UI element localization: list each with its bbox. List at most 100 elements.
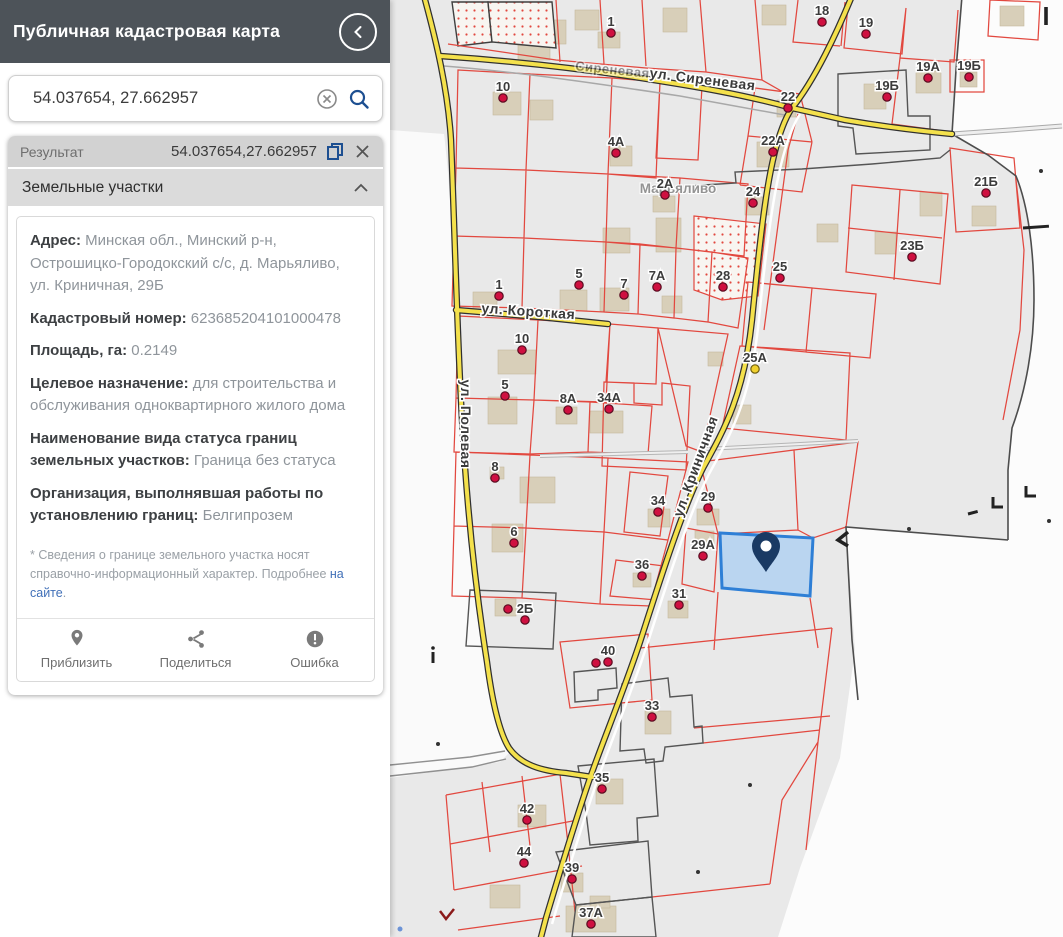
result-header: Результат 54.037654,27.662957 [8, 136, 383, 167]
marker-label: 39 [565, 860, 579, 875]
disclaimer-note: * Сведения о границе земельного участка … [30, 546, 361, 604]
clear-search-button[interactable] [316, 88, 338, 110]
search-button[interactable] [348, 88, 370, 110]
detail-field: Целевое назначение: для строительства и … [30, 373, 361, 418]
detail-fields: Адрес: Минская обл., Минский р-н, Острош… [30, 230, 361, 528]
detail-field: Наименование вида статуса границ земельн… [30, 428, 361, 473]
action-error[interactable]: Ошибка [255, 628, 374, 670]
marker-dot-icon [769, 148, 777, 156]
marker-dot-icon [612, 149, 620, 157]
marker-dot-icon [749, 199, 757, 207]
selected-parcel-group[interactable] [720, 532, 813, 596]
parcel-marker[interactable]: 8 [491, 459, 499, 482]
marker-label: 8 [491, 459, 498, 474]
close-result-button[interactable] [354, 143, 371, 160]
marker-label: 5 [501, 377, 508, 392]
street-label: ул. Полевая [458, 380, 474, 469]
chevron-up-icon [353, 183, 369, 193]
action-label: Ошибка [290, 655, 338, 670]
action-zoom-pin[interactable]: Приблизить [17, 628, 136, 670]
search-icon [348, 88, 370, 110]
marker-label: 25 [773, 259, 787, 274]
marker-dot-icon [499, 94, 507, 102]
marker-dot-icon [607, 29, 615, 37]
marker-label: 22 [781, 89, 795, 104]
result-panel: Результат 54.037654,27.662957 Земельные … [8, 136, 383, 695]
parcel-marker[interactable] [592, 659, 600, 667]
app-root: Сиреневаяул. Сиреневаяул. Короткаяул. Кр… [0, 0, 1063, 937]
note-suffix: . [63, 586, 66, 600]
detail-field: Площадь, га: 0.2149 [30, 340, 361, 363]
marker-label: 7 [620, 276, 627, 291]
action-share[interactable]: Поделиться [136, 628, 255, 670]
marker-dot-icon [604, 658, 612, 666]
marker-label: 44 [517, 844, 532, 859]
marker-dot-icon [638, 572, 646, 580]
app-title: Публичная кадастровая карта [13, 21, 280, 42]
survey-mark-dot [1047, 519, 1051, 523]
detail-field: Кадастровый номер: 623685204101000478 [30, 308, 361, 331]
parcel-marker[interactable]: 7 [620, 276, 628, 299]
marker-dot-icon [982, 189, 990, 197]
detail-field: Организация, выполнявшая работы по устан… [30, 483, 361, 528]
marker-label: 2Б [517, 601, 534, 616]
marker-dot-icon [654, 508, 662, 516]
section-title: Земельные участки [22, 179, 163, 197]
survey-mark-dot [748, 783, 752, 787]
note-text: * Сведения о границе земельного участка … [30, 548, 330, 581]
marker-dot-icon [704, 504, 712, 512]
marker-dot-icon [501, 392, 509, 400]
marker-label: 2А [657, 176, 674, 191]
marker-label: 5 [575, 266, 582, 281]
marker-dot-icon [784, 104, 792, 112]
marker-label: 10 [515, 331, 529, 346]
survey-mark-dot [436, 742, 440, 746]
marker-label: 29А [691, 537, 715, 552]
parcel-marker[interactable]: 6 [510, 524, 518, 547]
parcel-marker[interactable]: 1 [495, 277, 503, 300]
marker-label: 35 [595, 770, 609, 785]
sidebar-header: Публичная кадастровая карта [0, 0, 390, 63]
marker-label: 10 [496, 79, 510, 94]
collapse-panel-button[interactable] [339, 13, 377, 51]
survey-mark-dot [907, 527, 911, 531]
search-bar [8, 75, 383, 122]
copy-coordinates-button[interactable] [326, 142, 345, 161]
marker-label: 8А [560, 391, 577, 406]
place-label: Марьяливо [640, 181, 717, 196]
result-label: Результат [20, 144, 162, 160]
marker-dot-icon [587, 920, 595, 928]
marker-dot-icon [653, 283, 661, 291]
parcel-marker[interactable]: 5 [575, 266, 583, 289]
marker-dot-icon [699, 552, 707, 560]
marker-label: 19Б [957, 58, 981, 73]
map-canvas[interactable]: Сиреневаяул. Сиреневаяул. Короткаяул. Кр… [390, 0, 1063, 937]
marker-dot-icon [575, 281, 583, 289]
parcel-marker[interactable] [504, 605, 512, 613]
marker-dot-icon [504, 605, 512, 613]
marker-label: 7А [649, 268, 666, 283]
marker-label: 22А [761, 133, 785, 148]
result-coordinates: 54.037654,27.662957 [171, 143, 317, 160]
marker-label: 31 [672, 586, 686, 601]
parcel-marker[interactable]: 1 [607, 14, 615, 37]
marker-dot-icon [491, 474, 499, 482]
marker-label: 25А [743, 350, 767, 365]
survey-mark-bluedot [398, 927, 403, 932]
marker-label: 18 [815, 3, 829, 18]
map-svg: Сиреневаяул. Сиреневаяул. Короткаяул. Кр… [390, 0, 1063, 937]
marker-label: 40 [601, 643, 615, 658]
error-icon [304, 628, 326, 650]
marker-dot-icon [598, 785, 606, 793]
marker-label: 1 [607, 14, 614, 29]
marker-label: 42 [520, 801, 534, 816]
marker-label: 19 [859, 15, 873, 30]
section-land-parcels[interactable]: Земельные участки [8, 167, 383, 206]
search-input[interactable] [21, 89, 306, 108]
marker-dot-icon [523, 816, 531, 824]
action-label: Приблизить [41, 655, 113, 670]
marker-dot-icon [675, 601, 683, 609]
detail-field: Адрес: Минская обл., Минский р-н, Острош… [30, 230, 361, 298]
parcel-marker[interactable]: 5 [501, 377, 509, 400]
clear-circle-icon [316, 88, 338, 110]
